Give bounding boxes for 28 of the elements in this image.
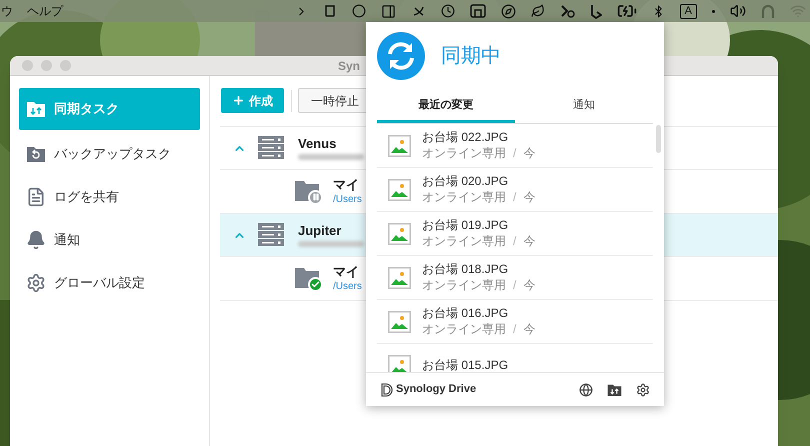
sync-status: 同期中 [441, 44, 501, 69]
change-time: 今 [523, 321, 536, 337]
file-name: お台場 020.JPG [422, 174, 510, 189]
file-name: お台場 016.JPG [422, 306, 510, 321]
change-time: 今 [523, 189, 536, 205]
folder-name: マイ [333, 264, 360, 280]
server-name: Venus [298, 136, 338, 151]
window-title: Syn [338, 58, 360, 74]
separator: / [513, 189, 516, 205]
file-location: オンライン専用 [422, 145, 506, 161]
folder-name: マイ [333, 176, 360, 192]
file-name: お台場 022.JPG [422, 130, 510, 145]
separator: / [513, 321, 516, 337]
separator: / [513, 233, 516, 249]
file-name: お台場 018.JPG [422, 262, 510, 277]
change-time: 今 [523, 145, 536, 161]
file-location: オンライン専用 [422, 321, 506, 337]
server-name: Jupiter [298, 223, 342, 238]
separator: / [513, 145, 516, 161]
change-time: 今 [523, 233, 536, 249]
brand-name: Synology Drive [396, 382, 476, 398]
separator: / [513, 277, 516, 293]
change-time: 今 [523, 277, 536, 293]
file-name: お台場 015.JPG [422, 358, 508, 372]
file-location: オンライン専用 [422, 233, 506, 249]
file-location: オンライン専用 [422, 277, 506, 293]
file-location: オンライン専用 [422, 189, 506, 205]
file-name: お台場 019.JPG [422, 218, 510, 233]
